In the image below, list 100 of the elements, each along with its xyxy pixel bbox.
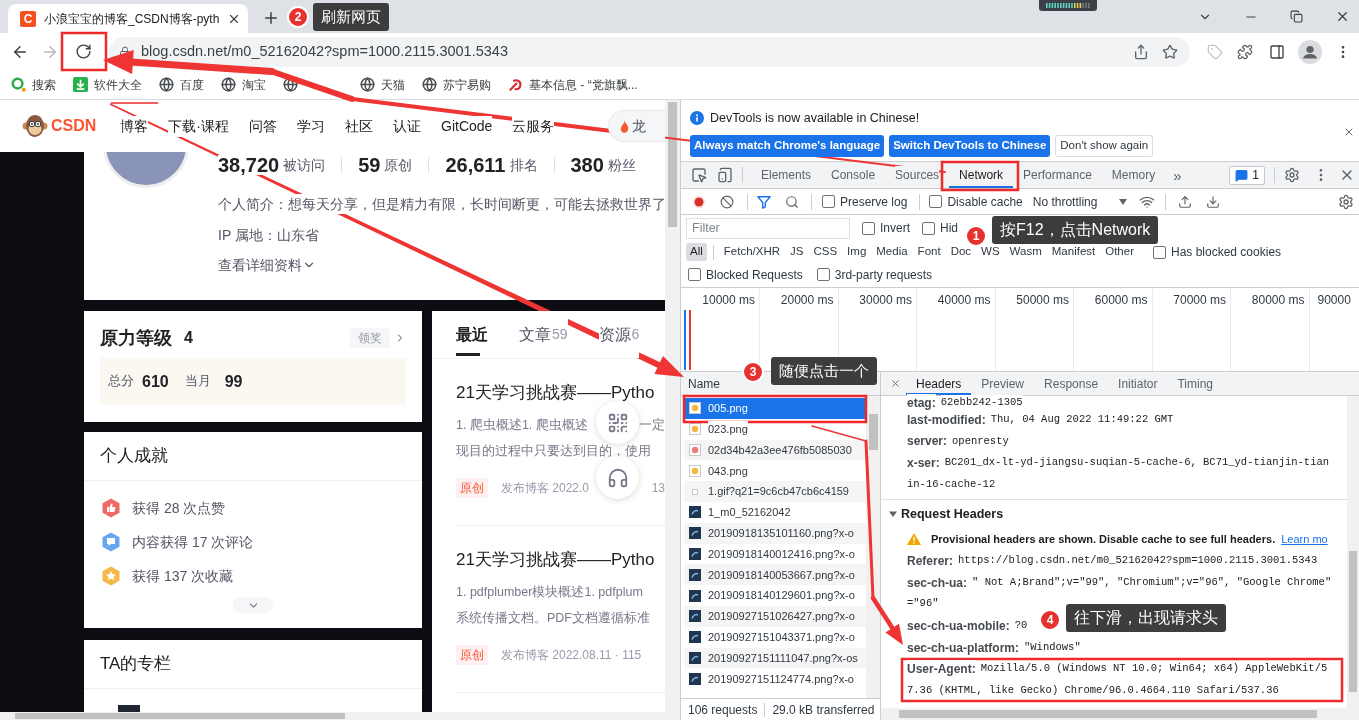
achievement-text: 内容获得 17 次评论 [132,532,254,552]
image-thumbnail-icon [689,423,701,436]
type-filter-button[interactable]: All [686,243,707,261]
scrollbar-thumb[interactable] [668,102,677,227]
devtools-tab[interactable]: Elements [751,162,822,188]
detail-tab[interactable]: Preview [971,372,1035,395]
detail-tab[interactable]: Timing [1167,372,1223,395]
scrollbar-thumb[interactable] [899,710,1317,718]
devtools-tab[interactable]: Console [821,162,886,188]
profile-avatar-icon[interactable] [1298,39,1322,64]
details-link[interactable]: 查看详细资料 [218,255,316,275]
address-bar[interactable]: blog.csdn.net/m0_52162042?spm=1000.2115.3001.5343 [109,36,1190,67]
tick-label: 60000 ms [1094,293,1148,308]
request-row[interactable]: 20190918135101160.png?x-o [684,522,866,544]
infobar-button[interactable]: Switch DevTools to Chinese [889,135,1051,157]
infobar-button[interactable]: Always match Chrome's language [690,135,885,157]
site-favicon: C [20,10,36,27]
ip-location: IP 属地：山东省 [218,225,319,245]
article-title[interactable]: 21天学习挑战赛——Pytho [456,549,665,571]
card-title: TA的专栏 [100,653,172,676]
checkbox[interactable] [922,221,935,235]
section-header[interactable]: Request Headers [881,500,1004,529]
close-icon[interactable] [1343,126,1355,138]
bookmark-link[interactable]: 软件大全 [73,75,142,94]
scrollbar-thumb[interactable] [1349,551,1357,692]
article-excerpt: 1. 爬虫概述1. 爬虫概述 [456,416,588,434]
circle-slash-icon[interactable] [720,194,734,209]
score-value: 610 [142,371,169,392]
type-filter-button[interactable]: JS [786,243,808,261]
filter-icon[interactable] [757,194,771,209]
browser-tab[interactable]: C 小浪宝宝的博客_CSDN博客-pyth [8,4,248,33]
share-icon[interactable] [1133,43,1149,60]
close-icon[interactable] [890,378,901,389]
bookmark-link[interactable]: 淘宝 [221,75,266,94]
learn-more-link[interactable]: Learn mo [1281,531,1328,548]
filter-input[interactable]: Filter [686,217,850,239]
type-filter-button[interactable]: CSS [809,243,842,261]
scrollbar-thumb[interactable] [868,414,878,450]
type-filter-button[interactable]: Media [872,243,912,261]
score-value: 99 [224,371,243,392]
search-field[interactable]: 龙 [608,110,665,142]
record-icon[interactable] [692,194,706,209]
devtools-tab[interactable]: Sources [885,162,950,188]
issues-button[interactable]: 1 [1229,165,1265,185]
type-filter-button[interactable]: Font [913,243,945,261]
header-name: User-Agent: [907,660,976,679]
request-row[interactable]: 005.png [684,398,866,419]
request-row[interactable]: 20190918140053667.png?x-o [684,564,866,586]
new-tab-icon[interactable] [262,9,280,27]
checkbox-label: Disable cache [947,193,1023,211]
more-tabs-button[interactable]: » [1173,167,1182,183]
checkbox[interactable] [929,195,943,208]
throttling-select[interactable]: No throttling [1032,192,1128,211]
type-filter-button[interactable]: Img [843,243,871,261]
bookmark-link[interactable]: 搜索 [11,75,56,94]
devtools-tab[interactable]: Network [949,162,1014,188]
star-icon[interactable] [1162,43,1178,60]
article-title[interactable]: 21天学习挑战赛——Pytho [456,382,665,404]
bookmark-link[interactable]: 天猫 [360,75,405,94]
warning-icon [907,533,921,546]
highlight-frame [60,31,108,72]
tick-label: 50000 ms [1016,293,1069,308]
phone-tablet-icon[interactable] [717,167,733,183]
checkbox[interactable] [822,195,835,208]
reload-icon[interactable] [75,43,92,60]
request-row[interactable]: 02d34b42a3ee476fb5085030 [684,439,866,461]
scrollbar-thumb[interactable] [15,713,345,719]
article-excerpt: 现目的过程中只要达到目的，使用 [456,442,651,460]
article-excerpt: 1. pdfplumber模块概述1. pdfplum [456,583,643,601]
cursor-square-icon[interactable] [691,167,707,183]
upload-icon[interactable] [1178,194,1193,209]
bookmark-link[interactable]: 百度 [159,75,204,94]
checkbox[interactable] [1153,245,1166,259]
detail-tab[interactable]: Response [1034,372,1109,395]
checkbox-label: Hid [940,220,959,237]
request-row[interactable]: 20190927151111047.png?x-os [684,647,866,669]
bookmark-link[interactable]: 苏宁易购 [422,75,491,94]
settings-icon[interactable] [1284,167,1300,183]
download-icon[interactable] [1206,194,1221,209]
search-icon[interactable] [785,194,799,209]
detail-tab[interactable]: Initiator [1108,372,1168,395]
close-icon[interactable] [1335,9,1350,24]
type-filter-button[interactable]: Fetch/XHR [719,243,785,261]
side-panel-icon[interactable] [1269,43,1285,60]
settings-icon[interactable] [1338,193,1354,210]
warning-text: Provisional headers are shown. Disable cache to see full headers. [931,532,1276,548]
checkbox[interactable] [862,221,875,235]
checkbox[interactable] [688,268,701,281]
type-filter-button[interactable]: Wasm [1005,243,1046,261]
infobar-button[interactable]: Don't show again [1055,135,1154,157]
puzzle-icon[interactable] [1237,43,1253,60]
type-filter-button[interactable]: Manifest [1047,243,1100,261]
request-row[interactable]: 1.gif?q21=9c6cb47cb6c4159 [684,481,866,502]
devtools-tab[interactable]: Memory [1101,162,1166,188]
column-header[interactable]: Name [688,374,720,393]
restore-icon[interactable] [1290,10,1303,23]
timeline-marker-line [689,310,691,370]
checkbox[interactable] [816,268,830,281]
request-row[interactable]: 20190927151026427.png?x-o [684,605,866,627]
type-filter-button[interactable]: Other [1101,243,1138,261]
